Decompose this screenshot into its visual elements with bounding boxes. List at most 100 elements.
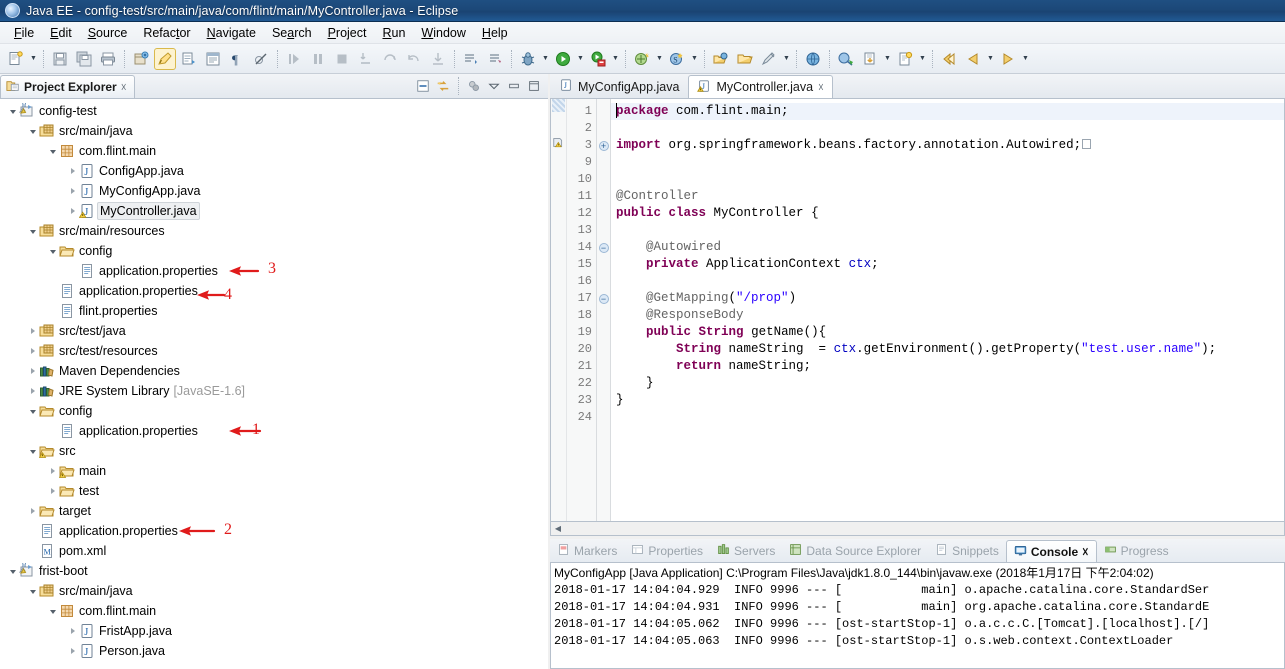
download-dropdown-arrow[interactable] [882,48,893,70]
code-line[interactable]: package com.flint.main; [611,103,1284,120]
terminate-icon[interactable] [331,48,353,70]
save-all-icon[interactable] [73,48,95,70]
tree-item-config[interactable]: config [0,401,548,421]
code-line[interactable]: public String getName(){ [616,324,1284,341]
folding-ruler[interactable]: + − − [597,99,611,521]
fold-toggle-minus[interactable]: − [597,290,610,307]
chevron-down-icon[interactable] [6,561,19,581]
tree-item-src[interactable]: src [0,441,548,461]
code-line[interactable]: private ApplicationContext ctx; [616,256,1284,273]
editor-annotation-ruler[interactable] [551,99,567,521]
next-annotation-icon[interactable] [460,48,482,70]
chevron-right-icon[interactable] [26,341,39,361]
menu-file[interactable]: File [6,24,42,42]
chevron-right-icon[interactable] [66,641,79,661]
chevron-right-icon[interactable] [66,181,79,201]
open-folder-icon[interactable] [734,48,756,70]
tree-item-com-flint-main[interactable]: com.flint.main [0,141,548,161]
suspend-icon[interactable] [307,48,329,70]
code-line[interactable]: import org.springframework.beans.factory… [616,137,1284,154]
chevron-right-icon[interactable] [26,361,39,381]
menu-source[interactable]: Source [80,24,136,42]
tree-item-application-properties[interactable]: application.properties [0,261,548,281]
console-output[interactable]: MyConfigApp [Java Application] C:\Progra… [550,563,1285,669]
resume-icon[interactable] [283,48,305,70]
open-web-icon[interactable] [835,48,857,70]
focus-on-active-task-icon[interactable] [465,77,483,95]
code-line[interactable]: return nameString; [616,358,1284,375]
external-tools-icon[interactable] [758,48,780,70]
tab-markers[interactable]: Markers [550,539,624,562]
link-with-editor-icon[interactable] [434,77,452,95]
tree-item-src-main-java[interactable]: src/main/java [0,581,548,601]
tab-properties[interactable]: Properties [624,539,710,562]
menu-edit[interactable]: Edit [42,24,80,42]
code-line[interactable] [616,273,1284,290]
tab-myconfigapp-java[interactable]: J MyConfigApp.java [550,74,688,98]
open-perspective-icon[interactable] [710,48,732,70]
menu-navigate[interactable]: Navigate [199,24,264,42]
minimize-icon[interactable] [505,77,523,95]
step-return-icon[interactable] [403,48,425,70]
chevron-right-icon[interactable] [26,381,39,401]
new-file-icon[interactable] [894,48,916,70]
chevron-down-icon[interactable] [46,601,59,621]
menu-project[interactable]: Project [320,24,375,42]
new-class-dropdown-arrow[interactable] [689,48,700,70]
menu-help[interactable]: Help [474,24,516,42]
forward-icon[interactable] [997,48,1019,70]
open-task-icon[interactable] [178,48,200,70]
open-type-icon[interactable] [202,48,224,70]
new-file-dropdown-arrow[interactable] [917,48,928,70]
chevron-down-icon[interactable] [46,141,59,161]
drop-to-frame-icon[interactable] [427,48,449,70]
editor-tabbar[interactable]: J MyConfigApp.java J MyController.java ☓ [550,74,1285,99]
tree-item-src-test-resources[interactable]: src/test/resources [0,341,548,361]
previous-annotation-icon[interactable] [484,48,506,70]
tree-item-frist-boot[interactable]: Mfrist-boot [0,561,548,581]
chevron-right-icon[interactable] [66,621,79,641]
forward-dropdown-arrow[interactable] [1020,48,1031,70]
tree-item-src-main-java[interactable]: src/main/java [0,121,548,141]
tab-servers[interactable]: Servers [710,539,782,562]
external-tools-dropdown-arrow[interactable] [781,48,792,70]
menu-run[interactable]: Run [374,24,413,42]
code-text[interactable]: package com.flint.main; import org.sprin… [611,99,1284,521]
web-browser-icon[interactable] [802,48,824,70]
project-explorer-toolbar[interactable] [414,74,548,98]
fold-toggle-plus[interactable]: + [597,137,610,154]
close-icon[interactable]: ☓ [818,81,824,94]
code-line[interactable] [616,120,1284,137]
chevron-down-icon[interactable] [26,401,39,421]
bottom-tabbar[interactable]: Markers Properties Servers Data Source E… [550,539,1285,563]
tab-project-explorer[interactable]: Project Explorer ☓ [0,75,135,98]
chevron-right-icon[interactable] [46,481,59,501]
run-dropdown-arrow[interactable] [575,48,586,70]
collapse-all-icon[interactable] [414,77,432,95]
run-as-server-icon[interactable] [587,48,609,70]
tab-console[interactable]: Console ☓ [1005,540,1097,562]
tree-item-application-properties[interactable]: application.properties [0,521,548,541]
close-icon[interactable]: ☓ [1082,545,1088,559]
back-dropdown-arrow[interactable] [985,48,996,70]
new-wizard-dropdown-arrow[interactable] [28,48,39,70]
tab-progress[interactable]: Progress [1097,539,1176,562]
code-line[interactable]: String nameString = ctx.getEnvironment()… [616,341,1284,358]
tab-mycontroller-java[interactable]: J MyController.java ☓ [688,75,833,98]
toggle-mark-occurrences-icon[interactable] [154,47,176,70]
code-line[interactable] [616,154,1284,171]
close-icon[interactable]: ☓ [121,81,127,94]
tree-item-target[interactable]: target [0,501,548,521]
chevron-right-icon[interactable] [66,161,79,181]
code-editor[interactable]: 1 2 3 9 10 11 12 13 14 15 16 17 18 19 20 21 22 23 24 + − − p… [550,99,1285,522]
main-toolbar[interactable]: ¶ S [0,44,1285,74]
skip-breakpoints-icon[interactable] [250,48,272,70]
code-line[interactable] [616,222,1284,239]
menu-window[interactable]: Window [413,24,473,42]
project-tree[interactable]: Mconfig-test src/main/java com.flint.main J… [0,99,548,669]
back-alt-icon[interactable] [962,48,984,70]
editor-horizontal-scrollbar[interactable]: ◀ [550,522,1285,536]
menu-refactor[interactable]: Refactor [135,24,198,42]
new-java-project-icon[interactable] [631,48,653,70]
tree-item-main[interactable]: main [0,461,548,481]
